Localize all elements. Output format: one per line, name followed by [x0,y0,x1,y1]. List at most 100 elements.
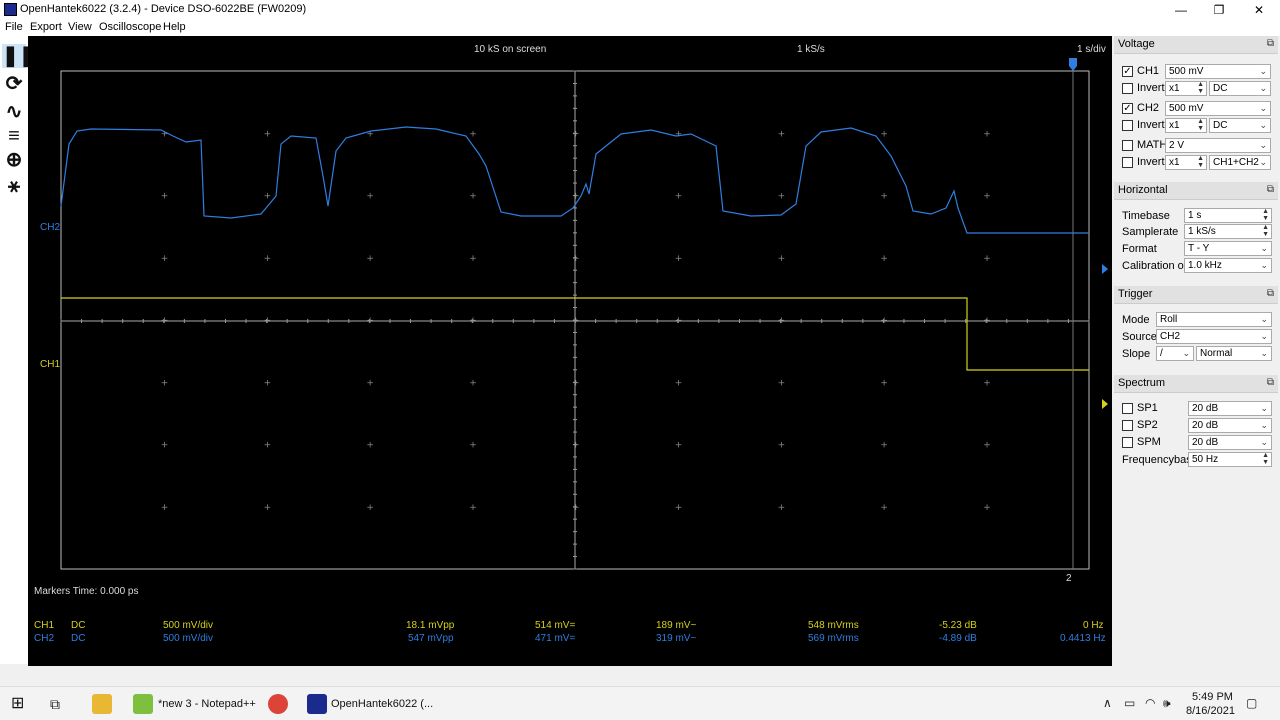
notification-icon[interactable]: ▢ [1246,696,1257,710]
slope-label: Slope [1122,348,1151,360]
minimize-button[interactable]: — [1166,0,1196,20]
ch2-probe-value: x1 [1169,120,1180,131]
grid-cross: + [161,192,169,202]
grid-cross: + [983,316,991,326]
menu-file[interactable]: File [5,21,23,33]
ch2-probe-spin[interactable]: x1 ▲ ▼ [1165,118,1207,133]
trigger-slope-select[interactable]: / ⌄ [1156,346,1194,361]
float-icon[interactable]: ⧉ [1267,184,1274,195]
waveform-icon[interactable]: ∿ [2,100,26,124]
openhantek-task-label[interactable]: OpenHantek6022 (... [331,698,433,710]
battery-icon[interactable]: ▭ [1124,696,1135,710]
notepad-task-label[interactable]: *new 3 - Notepad++ [158,698,256,710]
clock-time[interactable]: 5:49 PM [1192,691,1233,703]
volume-icon[interactable]: 🕪 [1163,696,1171,711]
ch1-gain-select[interactable]: 500 mV ⌄ [1165,64,1271,79]
math-invert-checkbox[interactable] [1122,157,1133,168]
ch2-marker: CH2 [40,222,61,233]
math-mode-value: CH1+CH2 [1213,157,1259,168]
histogram-icon[interactable]: ≡ [2,124,26,148]
sp1-value: 20 dB [1192,403,1219,414]
math-gain-value: 2 V [1169,140,1185,151]
menu-view[interactable]: View [68,21,92,33]
ch1-coupling-select[interactable]: DC ⌄ [1209,81,1271,96]
grid-cross: + [983,503,991,513]
windows-start-icon[interactable]: ⊞ [11,694,31,714]
meas-ch1-rms: 548 mVrms [808,620,859,631]
scope-screen[interactable]: + + + + + + + + + + + + + + + + + + + + + + + + + + + + + + + + + + + + + + + +… [28,36,1112,666]
measure-icon[interactable]: ⚹ [2,174,26,198]
refresh-icon[interactable]: ⟳ [2,72,26,96]
meas-ch1-dc: 514 mV= [535,620,576,631]
timebase-spin[interactable]: 1 s ▲ ▼ [1184,208,1272,223]
ch2-coupling-select[interactable]: DC ⌄ [1209,118,1271,133]
float-icon[interactable]: ⧉ [1267,288,1274,299]
maximize-button[interactable]: ❐ [1204,0,1234,20]
freqbase-spin[interactable]: 50 Hz ▲ ▼ [1188,452,1272,467]
ch1-invert-checkbox[interactable] [1122,83,1133,94]
ch2-checkbox[interactable]: ✓ [1122,103,1133,114]
grid-cross: + [880,254,888,264]
task-view-icon[interactable]: ⧉ [50,694,70,714]
close-button[interactable]: ✕ [1244,0,1274,20]
grid-cross: + [572,503,580,513]
ch1-checkbox[interactable]: ✓ [1122,66,1133,77]
trigger-header: Trigger ⧉ [1114,286,1278,304]
title-bar: OpenHantek6022 (3.2.4) - Device DSO-6022… [0,0,1280,20]
menu-export[interactable]: Export [30,21,62,33]
ch1-invert-label: Invert [1137,82,1165,94]
spm-checkbox[interactable] [1122,437,1133,448]
math-checkbox[interactable] [1122,140,1133,151]
meas-ch1-name: CH1 [34,620,55,631]
chevron-up-icon[interactable]: ∧ [1103,696,1112,710]
pause-icon[interactable]: ❚❚ [2,44,36,68]
grid-cross: + [572,254,580,264]
sp2-select[interactable]: 20 dB ⌄ [1188,418,1272,433]
file-explorer-icon[interactable] [92,694,112,714]
sp1-checkbox[interactable] [1122,403,1133,414]
float-icon[interactable]: ⧉ [1267,377,1274,388]
samplerate-spin[interactable]: 1 kS/s ▲ ▼ [1184,224,1272,239]
float-icon[interactable]: ⧉ [1267,38,1274,49]
grid-cross: + [778,316,786,326]
menu-oscilloscope[interactable]: Oscilloscope [99,21,161,33]
math-mode-select[interactable]: CH1+CH2 ⌄ [1209,155,1271,170]
ch2-gain-select[interactable]: 500 mV ⌄ [1165,101,1271,116]
grid-cross: + [366,503,374,513]
math-probe-spin[interactable]: x1 ▲ ▼ [1165,155,1207,170]
wifi-icon[interactable]: ◠ [1145,696,1155,710]
grid-cross: + [469,254,477,264]
grid-cross: + [675,192,683,202]
ch1-probe-spin[interactable]: x1 ▲ ▼ [1165,81,1207,96]
ch1-marker: CH1 [40,359,61,370]
ch1-gain-value: 500 mV [1169,66,1204,77]
menu-help[interactable]: Help [163,21,186,33]
meas-ch1-vdiv: 500 mV/div [163,620,214,631]
grid-cross: + [983,254,991,264]
grid-cross: + [675,378,683,388]
clock-date[interactable]: 8/16/2021 [1186,705,1235,717]
trigger-mode-select[interactable]: Roll ⌄ [1156,312,1272,327]
zoom-icon[interactable]: ⊕ [2,148,26,172]
trigger-source-select[interactable]: CH2 ⌄ [1156,329,1272,344]
spm-select[interactable]: 20 dB ⌄ [1188,435,1272,450]
ch2-invert-checkbox[interactable] [1122,120,1133,131]
openhantek-task-icon[interactable] [307,694,327,714]
trigger-source-value: CH2 [1160,331,1181,342]
math-gain-select[interactable]: 2 V ⌄ [1165,138,1271,153]
timebase-label: Timebase [1122,210,1170,222]
grid-cross: + [161,441,169,451]
grid-cross: + [366,192,374,202]
format-select[interactable]: T - Y ⌄ [1184,241,1272,256]
meas-ch1-freq: 0 Hz [1083,620,1104,631]
control-panel: Voltage ⧉ ✓ CH1 500 mV ⌄ Invert x1 ▲ ▼ DC ⌄ … [1112,36,1280,664]
sp1-select[interactable]: 20 dB ⌄ [1188,401,1272,416]
chrome-icon[interactable] [268,694,288,714]
trigger-type-select[interactable]: Normal ⌄ [1196,346,1272,361]
sp2-checkbox[interactable] [1122,420,1133,431]
grid-cross: + [264,254,272,264]
scope-display[interactable]: + + + + + + + + + + + + + + + + + + + + + + + + + + + + + + + + + + + + + + + +… [28,36,1112,666]
calibration-select[interactable]: 1.0 kHz ⌄ [1184,258,1272,273]
notepadpp-icon[interactable] [133,694,153,714]
grid-cross: + [161,378,169,388]
